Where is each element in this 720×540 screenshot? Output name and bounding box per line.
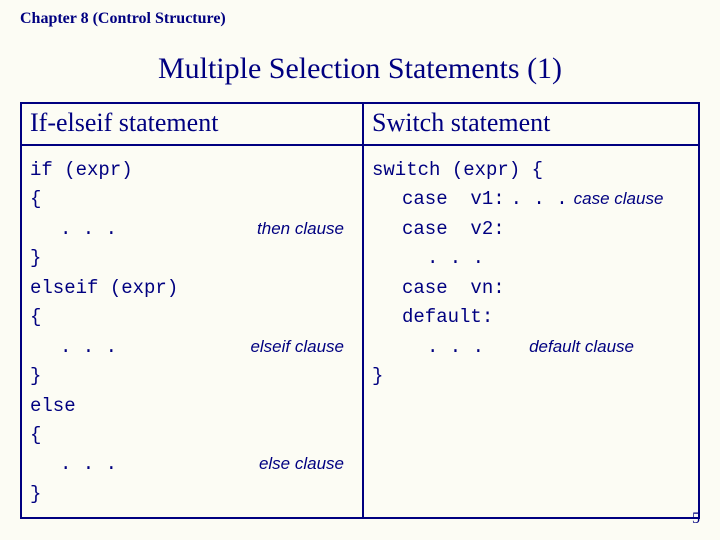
code-line: switch (expr) { xyxy=(372,156,543,185)
code-line: . . . xyxy=(372,244,484,273)
code-line: else xyxy=(30,392,76,421)
code-line: case vn: xyxy=(372,274,505,303)
chapter-label: Chapter 8 (Control Structure) xyxy=(20,10,226,28)
comparison-table: If-elseif statement Switch statement if … xyxy=(20,102,700,519)
annotation-case: case clause xyxy=(568,186,664,212)
code-line: if (expr) xyxy=(30,156,133,185)
code-line: case v2: xyxy=(372,215,505,244)
code-line: } xyxy=(30,480,41,509)
table-header-row: If-elseif statement Switch statement xyxy=(22,104,698,146)
col-head-left: If-elseif statement xyxy=(22,104,364,146)
code-line: elseif (expr) xyxy=(30,274,178,303)
annotation-elseif: elseif clause xyxy=(250,334,354,360)
code-line: } xyxy=(372,362,383,391)
code-line: } xyxy=(30,362,41,391)
code-line: } xyxy=(30,244,41,273)
annotation-default: default clause xyxy=(529,334,634,360)
code-line: default: xyxy=(372,303,493,332)
code-line: . . . xyxy=(30,333,210,362)
code-line: { xyxy=(30,421,41,450)
table-body-row: if (expr) { . . . then clause } elseif (… xyxy=(22,146,698,517)
annotation-then: then clause xyxy=(257,216,354,242)
code-line: . . . xyxy=(372,333,484,362)
col-head-right: Switch statement xyxy=(364,104,698,146)
code-line: { xyxy=(30,185,41,214)
slide-title: Multiple Selection Statements (1) xyxy=(0,52,720,86)
code-line: . . . xyxy=(30,450,210,479)
if-elseif-cell: if (expr) { . . . then clause } elseif (… xyxy=(22,146,364,517)
code-line: { xyxy=(30,303,41,332)
code-dots: . . . xyxy=(505,185,568,214)
code-line: . . . xyxy=(30,215,210,244)
page-number: 5 xyxy=(692,510,700,528)
switch-cell: switch (expr) { case v1: . . . case clau… xyxy=(364,146,698,517)
code-line: case v1: xyxy=(372,185,505,214)
annotation-else: else clause xyxy=(259,451,354,477)
slide: Chapter 8 (Control Structure) Multiple S… xyxy=(0,0,720,540)
